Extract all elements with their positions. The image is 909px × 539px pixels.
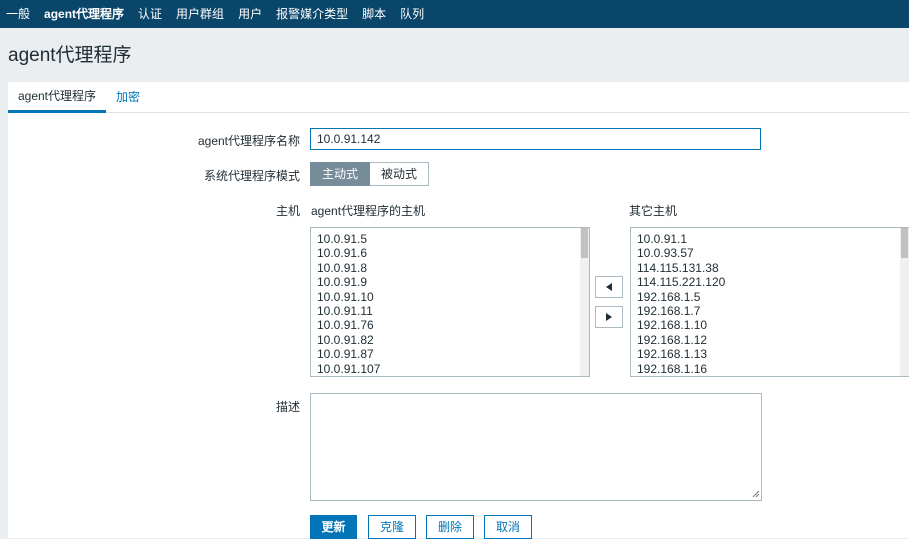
hosts-label: 主机	[275, 204, 300, 218]
proxy-name-input[interactable]	[310, 128, 761, 150]
tab-agent-proxy[interactable]: agent代理程序	[8, 82, 106, 113]
tab-bar: agent代理程序 加密	[8, 82, 909, 113]
list-item[interactable]: 10.0.91.8	[317, 261, 589, 275]
list-item[interactable]: 10.0.91.87	[317, 347, 589, 361]
scrollbar-thumb[interactable]	[901, 228, 908, 258]
list-item[interactable]: 10.0.91.82	[317, 333, 589, 347]
list-item[interactable]: 10.0.91.10	[317, 290, 589, 304]
list-item[interactable]: 114.115.131.38	[637, 261, 909, 275]
update-button[interactable]: 更新	[310, 515, 357, 539]
list-item[interactable]: 10.0.93.57	[637, 246, 909, 260]
tab-encryption[interactable]: 加密	[116, 82, 140, 112]
list-item[interactable]: 192.168.1.7	[637, 304, 909, 318]
list-item[interactable]: 10.0.91.5	[317, 232, 589, 246]
list-item[interactable]: 192.168.1.5	[637, 290, 909, 304]
clone-button[interactable]: 克隆	[368, 515, 416, 539]
nav-item-user-groups[interactable]: 用户群组	[169, 0, 231, 28]
other-hosts-scrollbar[interactable]	[900, 228, 909, 376]
cancel-button[interactable]: 取消	[484, 515, 532, 539]
proxy-name-label: agent代理程序名称	[197, 134, 300, 148]
proxy-hosts-list[interactable]: 10.0.91.5 10.0.91.6 10.0.91.8 10.0.91.9 …	[310, 227, 590, 377]
nav-item-agent-proxy[interactable]: agent代理程序	[37, 0, 131, 28]
proxy-mode-toggle: 主动式 被动式	[310, 162, 430, 186]
list-item[interactable]: 192.168.1.10	[637, 318, 909, 332]
list-item[interactable]: 10.0.91.76	[317, 318, 589, 332]
other-hosts-list[interactable]: 10.0.91.1 10.0.93.57 114.115.131.38 114.…	[630, 227, 909, 377]
list-item[interactable]: 10.0.91.107	[317, 362, 589, 376]
list-item[interactable]: 114.115.221.120	[637, 275, 909, 289]
list-item[interactable]: 10.0.91.9	[317, 275, 589, 289]
nav-item-queue[interactable]: 队列	[393, 0, 431, 28]
page-title: agent代理程序	[8, 45, 132, 66]
nav-item-authentication[interactable]: 认证	[131, 0, 169, 28]
arrow-left-icon	[606, 283, 612, 291]
nav-item-users[interactable]: 用户	[231, 0, 269, 28]
description-textarea[interactable]	[310, 393, 762, 501]
mode-active-button[interactable]: 主动式	[310, 162, 371, 186]
proxy-hosts-scrollbar[interactable]	[580, 228, 589, 376]
move-left-button[interactable]	[595, 276, 623, 298]
nav-item-scripts[interactable]: 脚本	[355, 0, 393, 28]
delete-button[interactable]: 删除	[426, 515, 474, 539]
scrollbar-thumb[interactable]	[581, 228, 588, 258]
list-item[interactable]: 192.168.1.12	[637, 333, 909, 347]
nav-item-general[interactable]: 一般	[0, 0, 37, 28]
form-panel: agent代理程序名称 系统代理程序模式 主动式 被动式 主机 agent代理程…	[8, 113, 909, 539]
list-item[interactable]: 10.0.91.1	[637, 232, 909, 246]
top-navigation: 一般 agent代理程序 认证 用户群组 用户 报警媒介类型 脚本 队列	[0, 0, 909, 28]
resize-handle-icon[interactable]	[752, 490, 760, 498]
proxy-hosts-header: agent代理程序的主机	[311, 204, 426, 218]
list-item[interactable]: 192.168.1.13	[637, 347, 909, 361]
list-item[interactable]: 10.0.91.11	[317, 304, 589, 318]
description-label: 描述	[275, 400, 300, 414]
other-hosts-header: 其它主机	[629, 204, 678, 218]
move-right-button[interactable]	[595, 306, 623, 328]
proxy-mode-label: 系统代理程序模式	[203, 169, 300, 183]
mode-passive-button[interactable]: 被动式	[370, 162, 430, 186]
list-item[interactable]: 192.168.1.16	[637, 362, 909, 376]
arrow-right-icon	[606, 313, 612, 321]
nav-item-media-types[interactable]: 报警媒介类型	[269, 0, 355, 28]
list-item[interactable]: 10.0.91.6	[317, 246, 589, 260]
